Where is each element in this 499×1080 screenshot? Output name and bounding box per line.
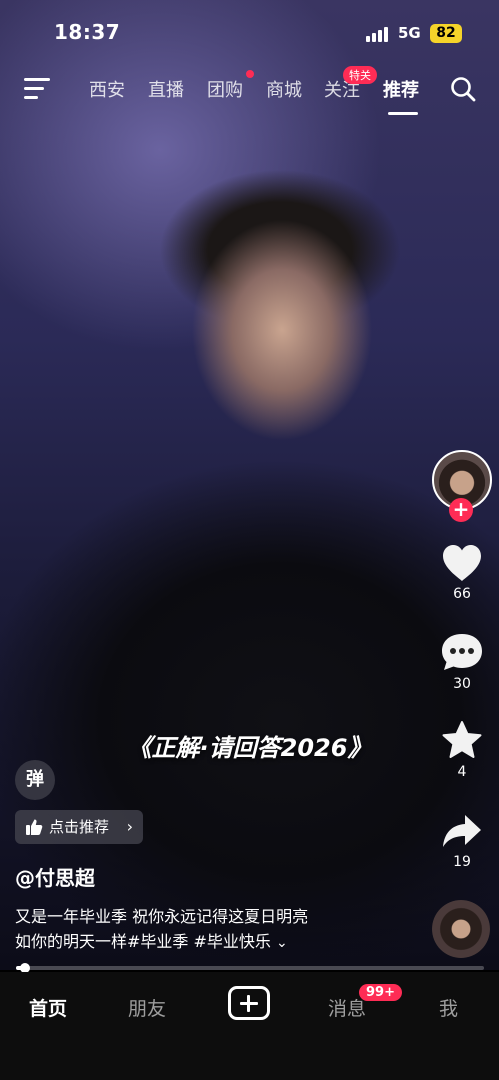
caption-line-2: 如你的明天一样#毕业季 #毕业快乐 [15, 932, 271, 951]
nav-me[interactable]: 我 [439, 994, 458, 1021]
video-subtitle: 《正解·请回答2026》 [127, 734, 372, 762]
video-progress-bar[interactable] [16, 963, 484, 973]
active-tab-indicator [388, 112, 418, 115]
following-badge: 特关 [343, 66, 377, 84]
thumbs-up-icon [26, 819, 43, 835]
share-icon [443, 815, 481, 847]
danmu-toggle[interactable]: 弹 [15, 760, 55, 800]
top-nav: 西安 直播 团购 商城 关注 特关 推荐 [0, 66, 499, 115]
favorite-count: 4 [457, 764, 467, 780]
comment-count: 30 [453, 676, 471, 692]
music-disc-icon[interactable] [432, 900, 490, 958]
like-count: 66 [453, 586, 471, 602]
create-post-button[interactable] [228, 986, 270, 1020]
notification-dot [246, 70, 254, 78]
comment-icon [442, 634, 482, 670]
tab-recommend[interactable]: 推荐 [383, 76, 419, 102]
bottom-nav: 首页 朋友 消息 99+ 我 [0, 972, 499, 1080]
comment-button[interactable]: 30 [430, 632, 494, 692]
tab-group-buy[interactable]: 团购 [207, 76, 243, 102]
nav-home[interactable]: 首页 [29, 994, 67, 1021]
chevron-down-icon[interactable]: ⌄ [276, 935, 288, 951]
messages-badge: 99+ [359, 984, 402, 1001]
tab-xian[interactable]: 西安 [89, 76, 125, 102]
like-button[interactable]: 66 [430, 544, 494, 602]
status-bar: 18:37 5G 82 [0, 0, 499, 62]
share-count: 19 [453, 854, 471, 870]
nav-friends[interactable]: 朋友 [128, 994, 166, 1021]
network-type: 5G [398, 24, 421, 42]
search-icon[interactable] [450, 76, 476, 102]
status-time: 18:37 [54, 20, 121, 44]
caption-line-1: 又是一年毕业季 祝你永远记得这夏日明亮 [15, 907, 309, 926]
author-name[interactable]: @付思超 [15, 862, 95, 891]
signal-icon [366, 26, 390, 42]
heart-icon [443, 545, 481, 581]
recommend-label: 点击推荐 [49, 818, 110, 836]
share-button[interactable]: 19 [430, 812, 494, 870]
recommend-button[interactable]: 点击推荐 › [15, 810, 144, 844]
video-caption[interactable]: 又是一年毕业季 祝你永远记得这夏日明亮 如你的明天一样#毕业季 #毕业快乐 ⌄ [15, 904, 415, 956]
tab-live[interactable]: 直播 [148, 76, 184, 102]
follow-button[interactable]: + [449, 498, 473, 522]
chevron-right-icon: › [126, 817, 134, 836]
battery-icon: 82 [430, 24, 462, 43]
menu-icon[interactable] [24, 78, 50, 100]
tab-mall[interactable]: 商城 [266, 76, 302, 102]
